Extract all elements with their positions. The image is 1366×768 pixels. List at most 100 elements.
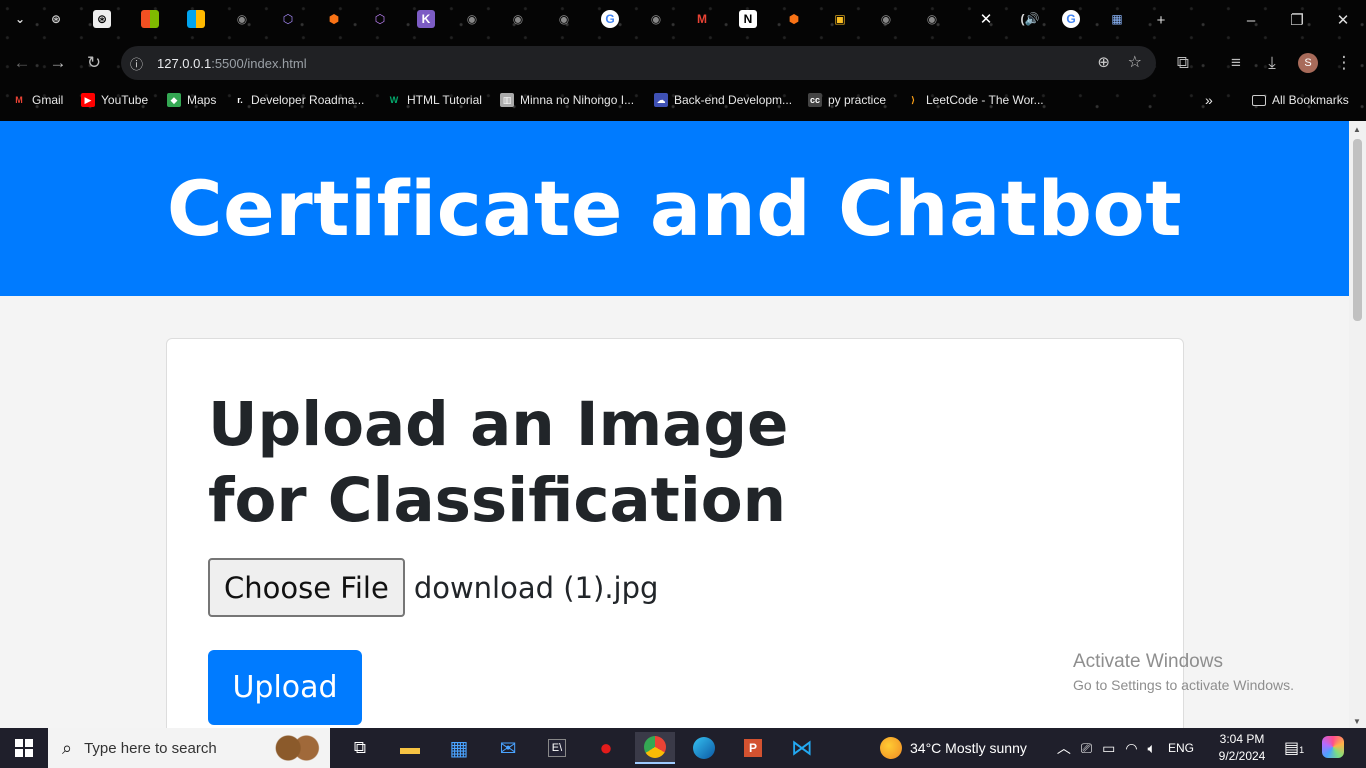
- meet-now-icon[interactable]: ⎚: [1081, 740, 1092, 757]
- chrome-taskbar-icon[interactable]: [635, 732, 675, 764]
- minimize-button[interactable]: –: [1239, 8, 1263, 32]
- tab-chatgpt-active-icon[interactable]: ⊛: [93, 10, 111, 28]
- tab-microsoft-icon-2[interactable]: [187, 10, 205, 28]
- file-explorer-icon[interactable]: ▬: [390, 732, 430, 764]
- tab-globe-icon[interactable]: ◉: [233, 10, 251, 28]
- bookmark-py-practice[interactable]: cc py practice: [808, 91, 886, 109]
- vertical-scrollbar[interactable]: ▲ ▼: [1349, 121, 1366, 728]
- recorder-icon[interactable]: ●: [586, 732, 626, 764]
- all-bookmarks-button[interactable]: All Bookmarks: [1252, 91, 1349, 109]
- windows-taskbar: ⌕ Type here to search ⧉ ▬ ▦ ✉ E\ ● P ⋈ 3…: [0, 728, 1366, 768]
- coconut-search-highlight-icon[interactable]: [270, 732, 322, 764]
- tab-globe-icon-3[interactable]: ◉: [509, 10, 527, 28]
- bookmark-label: Back-end Developm...: [674, 93, 793, 107]
- tab-hex-icon-2[interactable]: ⬢: [785, 10, 803, 28]
- profile-avatar[interactable]: S: [1296, 51, 1320, 75]
- tab-cube-icon-2[interactable]: ⬡: [371, 10, 389, 28]
- tab-strip: ⌄ ⊛ ⊛ ◉ ⬡ ⬢ ⬡ K ◉ ◉ ◉ G ◉ M N ⬢ ▣ ◉ ◉ ✕ …: [0, 0, 1366, 40]
- menu-kebab-icon[interactable]: ⋮: [1332, 51, 1356, 75]
- powerpoint-taskbar-icon[interactable]: P: [733, 732, 773, 764]
- selected-file-name: download (1).jpg: [413, 570, 659, 605]
- tab-globe-icon-2[interactable]: ◉: [463, 10, 481, 28]
- media-queue-icon[interactable]: ≡: [1224, 51, 1248, 75]
- url-text: 127.0.0.1:5500/index.html: [157, 56, 307, 71]
- upload-button[interactable]: Upload: [208, 650, 362, 725]
- url-path: :5500/index.html: [211, 56, 307, 71]
- bookmark-back-end[interactable]: ☁ Back-end Developm...: [654, 91, 792, 109]
- tab-globe-icon-6[interactable]: ◉: [877, 10, 895, 28]
- page-title: Certificate and Chatbot: [166, 164, 1183, 253]
- wifi-icon[interactable]: ◠: [1125, 740, 1137, 757]
- tab-k-icon[interactable]: K: [417, 10, 435, 28]
- tab-notion-icon[interactable]: N: [739, 10, 757, 28]
- close-window-button[interactable]: ✕: [1331, 8, 1355, 32]
- tab-globe-icon-5[interactable]: ◉: [647, 10, 665, 28]
- tab-gift-icon[interactable]: ▦: [1108, 10, 1126, 28]
- bookmark-gmail[interactable]: M Gmail: [12, 91, 63, 109]
- scroll-thumb[interactable]: [1353, 139, 1362, 321]
- tab-google-icon[interactable]: G: [601, 10, 619, 28]
- terminal-icon[interactable]: E\: [537, 732, 577, 764]
- bookmark-youtube[interactable]: ▶ YouTube: [81, 91, 148, 109]
- copilot-icon[interactable]: [1322, 736, 1344, 758]
- tab-audio-icon[interactable]: (🔊: [1017, 10, 1043, 28]
- search-icon: ⌕: [62, 737, 73, 758]
- forward-icon[interactable]: →: [46, 51, 70, 75]
- leetcode-icon: ⟩: [910, 94, 916, 105]
- zoom-icon[interactable]: ⊕: [1097, 53, 1110, 71]
- tab-cube-icon[interactable]: ⬡: [279, 10, 297, 28]
- page-header: Certificate and Chatbot: [0, 121, 1349, 296]
- bookmark-html-tutorial[interactable]: W HTML Tutorial: [387, 91, 482, 109]
- folder-icon: [1252, 94, 1266, 106]
- bookmark-leetcode[interactable]: ⟩ LeetCode - The Wor...: [906, 91, 1044, 109]
- vscode-icon[interactable]: ⋈: [782, 732, 822, 764]
- url-host: 127.0.0.1: [157, 56, 212, 71]
- download-icon[interactable]: ⤓: [1260, 51, 1284, 75]
- extensions-icon[interactable]: ⧉: [1171, 51, 1195, 75]
- tab-search-dropdown-icon[interactable]: ⌄: [11, 10, 29, 28]
- start-button[interactable]: [0, 728, 48, 768]
- tab-close-icon[interactable]: ✕: [977, 10, 995, 28]
- more-bookmarks-chevron-icon[interactable]: »: [1205, 91, 1213, 109]
- bookmark-label: Minna no Nihongo I...: [520, 93, 635, 107]
- site-info-icon[interactable]: ⓘ: [130, 54, 143, 73]
- gmail-icon: M: [15, 95, 23, 105]
- language-indicator[interactable]: ENG: [1168, 741, 1194, 755]
- tab-gmail-icon[interactable]: M: [693, 10, 711, 28]
- mail-icon[interactable]: ✉: [488, 732, 528, 764]
- reload-icon[interactable]: ↻: [82, 51, 106, 75]
- scroll-up-arrow-icon[interactable]: ▲: [1353, 125, 1361, 134]
- notification-count: 1: [1299, 745, 1305, 755]
- show-hidden-icons-chevron-icon[interactable]: ︿: [1057, 738, 1071, 758]
- scroll-down-arrow-icon[interactable]: ▼: [1353, 717, 1361, 726]
- file-input[interactable]: Choose File download (1).jpg: [208, 558, 658, 617]
- search-placeholder: Type here to search: [84, 739, 217, 757]
- choose-file-button[interactable]: Choose File: [208, 558, 405, 617]
- address-bar[interactable]: ⓘ 127.0.0.1:5500/index.html ⊕ ☆: [121, 46, 1156, 80]
- tab-microsoft-icon[interactable]: [141, 10, 159, 28]
- notifications-icon[interactable]: ▤1: [1284, 738, 1304, 758]
- volume-icon[interactable]: 🔈︎: [1148, 740, 1156, 757]
- bookmark-star-icon[interactable]: ☆: [1128, 52, 1142, 72]
- task-view-icon[interactable]: ⧉: [340, 732, 380, 764]
- tab-hex-icon[interactable]: ⬢: [325, 10, 343, 28]
- tab-globe-icon-4[interactable]: ◉: [555, 10, 573, 28]
- taskbar-clock[interactable]: 3:04 PM 9/2/2024: [1210, 731, 1274, 765]
- restore-button[interactable]: ❐: [1285, 8, 1309, 32]
- tab-google-icon-2[interactable]: G: [1062, 10, 1080, 28]
- bookmark-minna[interactable]: ▥ Minna no Nihongo I...: [500, 91, 634, 109]
- battery-icon[interactable]: ▭: [1102, 740, 1115, 757]
- microsoft-store-icon[interactable]: ▦: [439, 732, 479, 764]
- bookmarks-bar: M Gmail ▶ YouTube ◆ Maps r. Developer Roadma…: [0, 88, 1366, 112]
- bookmark-maps[interactable]: ◆ Maps: [167, 91, 216, 109]
- bookmark-developer-roadmap[interactable]: r. Developer Roadma...: [235, 91, 364, 109]
- edge-taskbar-icon[interactable]: [684, 732, 724, 764]
- tab-globe-icon-7[interactable]: ◉: [923, 10, 941, 28]
- tab-box-icon[interactable]: ▣: [831, 10, 849, 28]
- back-icon[interactable]: ←: [10, 51, 34, 75]
- new-tab-button[interactable]: +: [1149, 8, 1173, 32]
- taskbar-search[interactable]: ⌕ Type here to search: [48, 728, 330, 768]
- weather-icon[interactable]: [880, 737, 902, 759]
- tab-chatgpt-icon[interactable]: ⊛: [47, 10, 65, 28]
- weather-text[interactable]: 34°C Mostly sunny: [910, 740, 1027, 756]
